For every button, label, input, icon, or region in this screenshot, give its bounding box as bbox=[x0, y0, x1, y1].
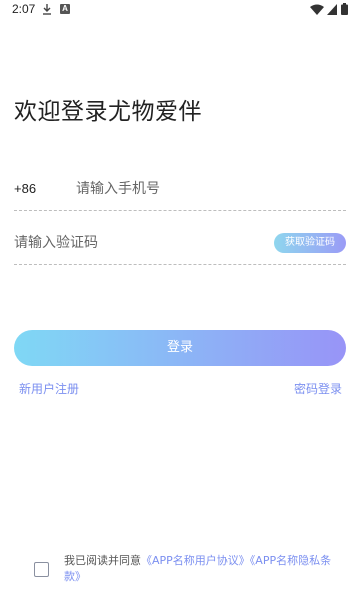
a-icon: A bbox=[60, 4, 70, 14]
phone-input[interactable] bbox=[76, 176, 336, 202]
password-login-link[interactable]: 密码登录 bbox=[294, 380, 342, 397]
agreement-prefix: 我已阅读并同意 bbox=[64, 554, 141, 567]
status-bar: 2:07 A bbox=[0, 0, 360, 20]
signal-icon bbox=[327, 4, 337, 15]
agreement-checkbox[interactable] bbox=[34, 562, 49, 577]
download-icon bbox=[43, 4, 51, 15]
agreement-text: 我已阅读并同意《APP名称用户协议》《APP名称隐私条款》 bbox=[64, 553, 336, 585]
status-time: 2:07 bbox=[12, 2, 36, 16]
wifi-icon bbox=[310, 4, 324, 15]
battery-icon bbox=[341, 3, 348, 15]
code-row: 获取验证码 bbox=[14, 224, 346, 265]
register-link[interactable]: 新用户注册 bbox=[19, 380, 79, 397]
user-agreement-link[interactable]: 《APP名称用户协议》 bbox=[141, 554, 250, 567]
phone-row: +86 bbox=[14, 170, 346, 211]
verification-code-input[interactable] bbox=[14, 230, 244, 256]
login-button[interactable]: 登录 bbox=[14, 330, 346, 366]
page-title: 欢迎登录尤物爱伴 bbox=[14, 99, 202, 125]
login-screen: 2:07 A 欢迎登录尤物爱伴 +86 获取验证码 登录 新用户注册 密码登录 … bbox=[0, 0, 360, 600]
country-code[interactable]: +86 bbox=[14, 181, 36, 196]
get-code-button[interactable]: 获取验证码 bbox=[274, 233, 346, 253]
